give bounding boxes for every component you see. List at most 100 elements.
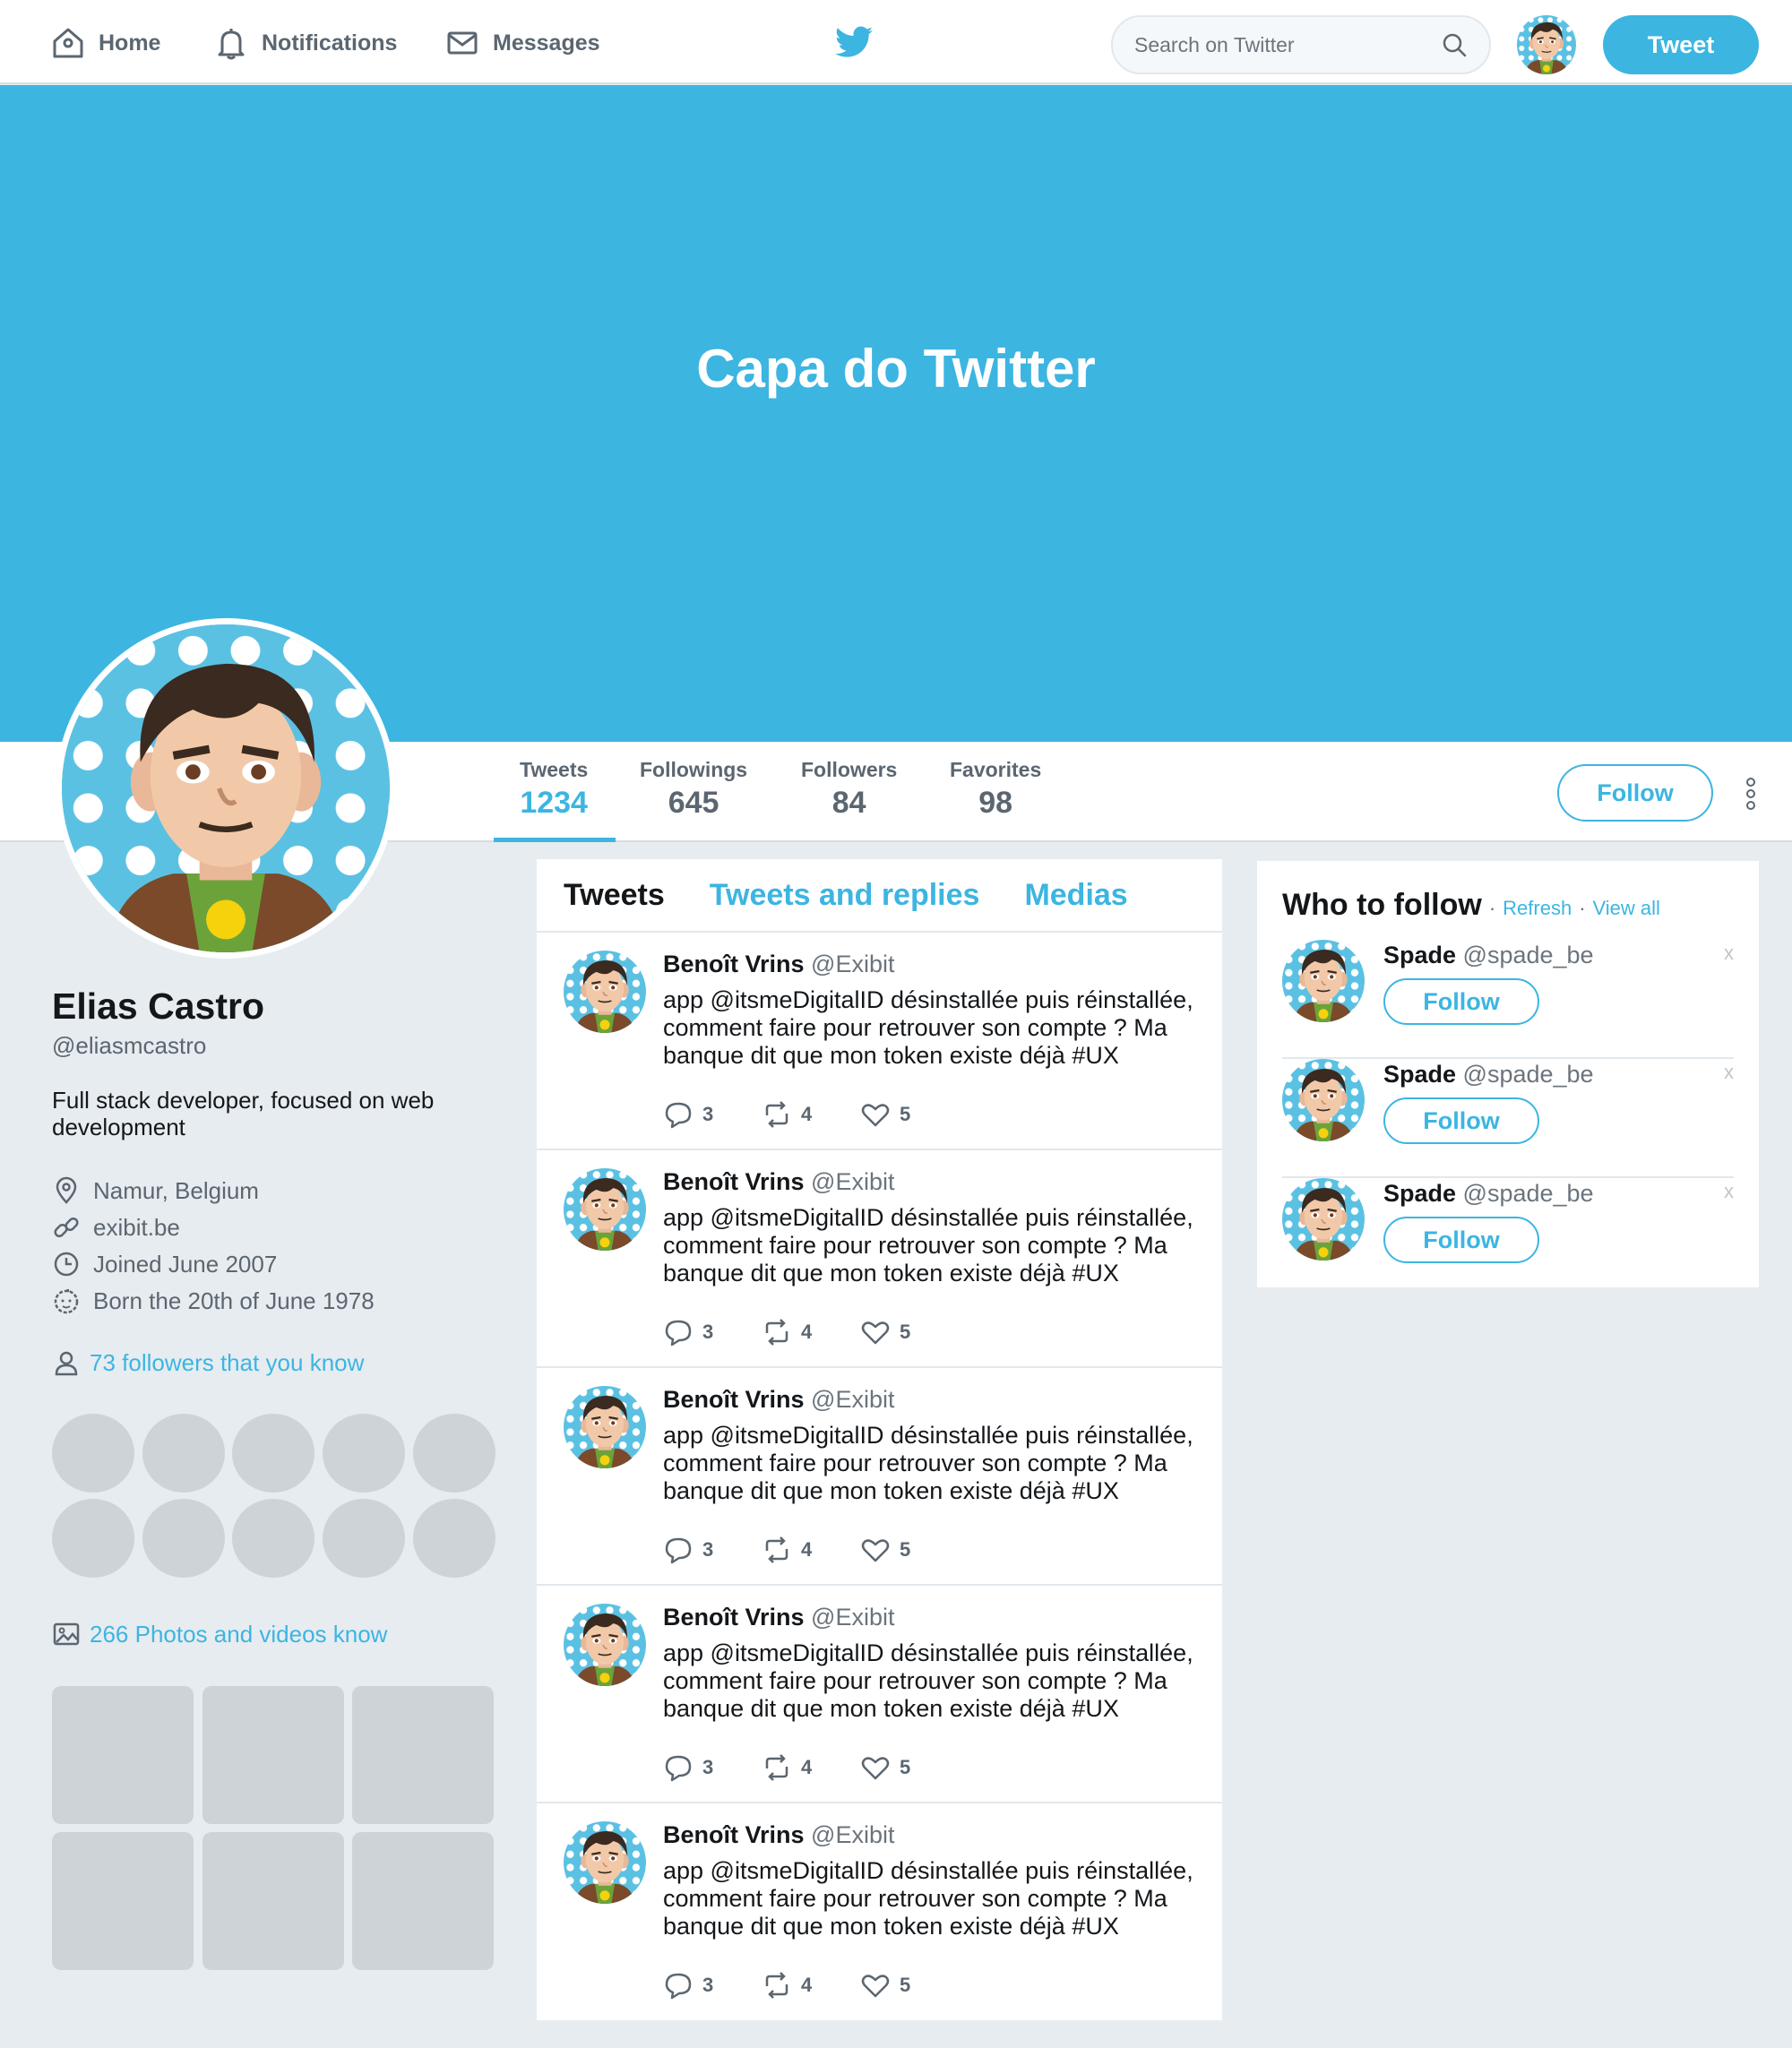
dismiss-icon[interactable]: x [1724, 1061, 1734, 1084]
like-button[interactable]: 5 [860, 1317, 959, 1347]
retweet-button[interactable]: 4 [762, 1317, 860, 1347]
follower-avatar-placeholder[interactable] [232, 1499, 314, 1578]
follow-button[interactable]: Follow [1383, 1217, 1539, 1263]
suggestion-user[interactable]: Spade @spade_be [1383, 1061, 1594, 1089]
profile-avatar[interactable] [56, 618, 396, 959]
tweet-author-name[interactable]: Benoît Vrins [663, 1386, 805, 1413]
avatar[interactable] [1282, 1059, 1365, 1141]
follow-button[interactable]: Follow [1383, 1097, 1539, 1144]
followers-you-know-link[interactable]: 73 followers that you know [52, 1348, 364, 1377]
tweet-item[interactable]: Benoît Vrins @Exibit app @itsmeDigitalID… [537, 1803, 1222, 2021]
reply-button[interactable]: 3 [663, 1099, 762, 1130]
follow-button[interactable]: Follow [1383, 978, 1539, 1025]
nav-notifications[interactable]: Notifications [213, 25, 397, 61]
avatar[interactable] [1517, 15, 1576, 74]
follower-avatar-placeholder[interactable] [142, 1414, 225, 1493]
suggestion-name[interactable]: Spade [1383, 942, 1456, 968]
retweet-button[interactable]: 4 [762, 1535, 860, 1565]
media-thumbnail-placeholder[interactable] [352, 1686, 494, 1824]
suggestion-user[interactable]: Spade @spade_be [1383, 942, 1594, 969]
reply-button[interactable]: 3 [663, 1752, 762, 1783]
tweet-feed: Tweets Tweets and replies Medias Benoît … [537, 859, 1222, 2020]
like-button[interactable]: 5 [860, 1535, 959, 1565]
twitter-bird-icon[interactable] [835, 25, 873, 59]
tweet-item[interactable]: Benoît Vrins @Exibit app @itsmeDigitalID… [537, 1586, 1222, 1803]
tab-tweets-and-replies[interactable]: Tweets and replies [710, 878, 980, 913]
profile-website[interactable]: exibit.be [52, 1213, 180, 1242]
joined-text: Joined June 2007 [93, 1250, 278, 1278]
retweet-button[interactable]: 4 [762, 1099, 860, 1130]
reply-button[interactable]: 3 [663, 1535, 762, 1565]
suggestion-handle[interactable]: @spade_be [1463, 1061, 1594, 1088]
avatar[interactable] [564, 1821, 646, 1904]
followers-you-know-text[interactable]: 73 followers that you know [90, 1349, 364, 1377]
tweet-author-handle[interactable]: @Exibit [811, 1821, 894, 1848]
tweet-author-name[interactable]: Benoît Vrins [663, 1604, 805, 1631]
tweet-item[interactable]: Benoît Vrins @Exibit app @itsmeDigitalID… [537, 1150, 1222, 1368]
follower-avatar-placeholder[interactable] [323, 1499, 405, 1578]
like-button[interactable]: 5 [860, 1970, 959, 2001]
more-vertical-icon[interactable] [1745, 776, 1757, 812]
suggestion-handle[interactable]: @spade_be [1463, 942, 1594, 968]
reply-button[interactable]: 3 [663, 1317, 762, 1347]
suggestion-name[interactable]: Spade [1383, 1180, 1456, 1207]
follower-avatar-placeholder[interactable] [323, 1414, 405, 1493]
tweet-author-name[interactable]: Benoît Vrins [663, 951, 805, 977]
tweet-author-handle[interactable]: @Exibit [811, 1168, 894, 1195]
like-button[interactable]: 5 [860, 1752, 959, 1783]
follower-avatar-placeholder[interactable] [413, 1414, 495, 1493]
search-box[interactable] [1111, 15, 1491, 74]
avatar[interactable] [564, 1604, 646, 1686]
stat-favorites[interactable]: Favorites 98 [950, 758, 1041, 821]
follower-avatar-placeholder[interactable] [52, 1499, 134, 1578]
retweet-button[interactable]: 4 [762, 1752, 860, 1783]
tweet-author-name[interactable]: Benoît Vrins [663, 1168, 805, 1195]
view-all-link[interactable]: View all [1593, 897, 1660, 920]
follower-avatar-placeholder[interactable] [142, 1499, 225, 1578]
search-input[interactable] [1134, 32, 1441, 57]
dismiss-icon[interactable]: x [1724, 1180, 1734, 1203]
stat-tweets[interactable]: Tweets 1234 [520, 758, 588, 821]
follower-avatar-placeholder[interactable] [52, 1414, 134, 1493]
suggestion-user[interactable]: Spade @spade_be [1383, 1180, 1594, 1208]
tweet-button[interactable]: Tweet [1603, 15, 1759, 74]
tweet-item[interactable]: Benoît Vrins @Exibit app @itsmeDigitalID… [537, 1368, 1222, 1586]
refresh-link[interactable]: Refresh [1503, 897, 1572, 920]
reply-icon [665, 1973, 692, 2000]
follower-avatar-placeholder[interactable] [413, 1499, 495, 1578]
stat-followers[interactable]: Followers 84 [801, 758, 897, 821]
retweet-button[interactable]: 4 [762, 1970, 860, 2001]
avatar[interactable] [564, 1168, 646, 1251]
media-thumbnail-placeholder[interactable] [202, 1832, 344, 1970]
tweet-author-handle[interactable]: @Exibit [811, 951, 894, 977]
photos-videos-text[interactable]: 266 Photos and videos know [90, 1621, 387, 1648]
like-count: 5 [900, 1538, 911, 1561]
avatar[interactable] [564, 1386, 646, 1468]
avatar[interactable] [564, 951, 646, 1033]
media-thumbnail-placeholder[interactable] [202, 1686, 344, 1824]
tab-medias[interactable]: Medias [1024, 878, 1127, 913]
search-icon[interactable] [1441, 31, 1468, 58]
photos-videos-link[interactable]: 266 Photos and videos know [52, 1620, 387, 1648]
dismiss-icon[interactable]: x [1724, 942, 1734, 965]
tab-tweets[interactable]: Tweets [564, 878, 665, 913]
website-link[interactable]: exibit.be [93, 1214, 180, 1242]
media-thumbnail-placeholder[interactable] [52, 1832, 194, 1970]
avatar[interactable] [1282, 940, 1365, 1022]
nav-home[interactable]: Home [50, 25, 160, 61]
nav-messages[interactable]: Messages [444, 25, 600, 61]
suggestion-name[interactable]: Spade [1383, 1061, 1456, 1088]
like-button[interactable]: 5 [860, 1099, 959, 1130]
reply-button[interactable]: 3 [663, 1970, 762, 2001]
tweet-author-name[interactable]: Benoît Vrins [663, 1821, 805, 1848]
tweet-item[interactable]: Benoît Vrins @Exibit app @itsmeDigitalID… [537, 933, 1222, 1150]
stat-followings[interactable]: Followings 645 [640, 758, 747, 821]
tweet-author-handle[interactable]: @Exibit [811, 1604, 894, 1631]
suggestion-handle[interactable]: @spade_be [1463, 1180, 1594, 1207]
media-thumbnail-placeholder[interactable] [52, 1686, 194, 1824]
tweet-author-handle[interactable]: @Exibit [811, 1386, 894, 1413]
avatar[interactable] [1282, 1178, 1365, 1261]
follow-button[interactable]: Follow [1557, 764, 1713, 822]
media-thumbnail-placeholder[interactable] [352, 1832, 494, 1970]
follower-avatar-placeholder[interactable] [232, 1414, 314, 1493]
